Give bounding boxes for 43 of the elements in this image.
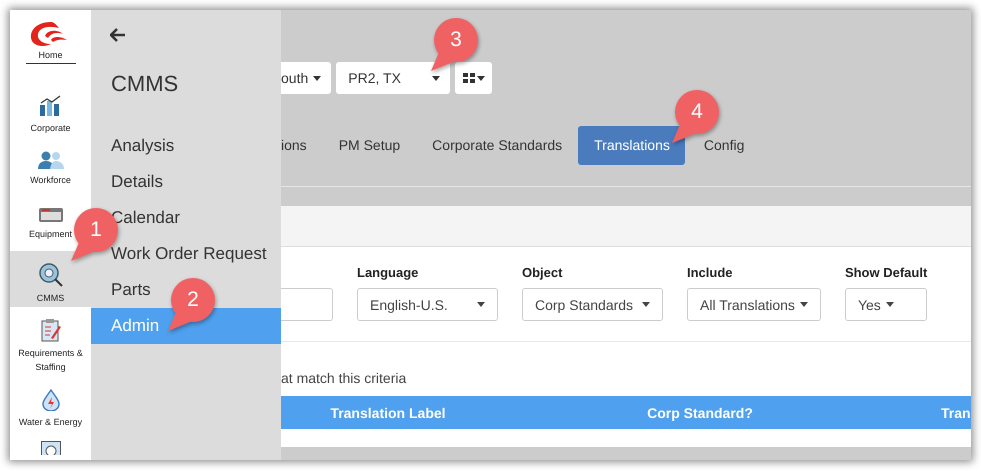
tab[interactable]: Corporate Standards xyxy=(416,126,578,165)
step-callout-tooltip: 3 xyxy=(428,16,478,72)
column-header: Corp Standard? xyxy=(646,404,754,420)
step-callout-tooltip: 2 xyxy=(165,276,215,332)
filter-label: Object xyxy=(522,265,564,280)
caret-icon xyxy=(886,302,894,307)
caret-icon xyxy=(477,302,485,307)
drop-icon xyxy=(42,389,60,411)
filter-dropdown[interactable]: English-U.S. xyxy=(357,288,498,321)
site-dropdown[interactable]: PR2, TX xyxy=(336,62,450,94)
bar-chart-icon xyxy=(38,95,62,117)
column-header: Translation Label xyxy=(329,404,447,420)
nav-item[interactable]: CMMS xyxy=(10,251,91,307)
tab[interactable]: ions xyxy=(281,126,322,165)
filter-dropdown[interactable]: Yes xyxy=(844,288,928,321)
menu-item[interactable]: Analysis xyxy=(111,128,174,164)
gauge-icon xyxy=(40,441,60,455)
menu-item[interactable]: Parts xyxy=(111,272,151,308)
home-link[interactable]: Home xyxy=(26,48,76,64)
menu-item[interactable]: Work Order Request xyxy=(111,236,267,272)
machine-icon xyxy=(38,207,64,223)
filter-dropdown[interactable]: Corp Standards xyxy=(522,288,663,321)
people-icon xyxy=(36,151,64,169)
filter-label: Show Default xyxy=(844,265,928,280)
caret-icon xyxy=(642,302,650,307)
grid-icon xyxy=(462,73,475,83)
tab[interactable]: Translations xyxy=(578,126,685,165)
caret-icon xyxy=(432,76,440,80)
back-arrow-icon xyxy=(110,27,126,43)
view-dropdown[interactable] xyxy=(455,62,492,94)
menu-item[interactable]: Details xyxy=(111,164,163,200)
filter-dropdown[interactable]: All Translations xyxy=(687,288,821,321)
tab[interactable]: PM Setup xyxy=(322,126,416,165)
caret-icon xyxy=(313,76,322,80)
filter-label: Include xyxy=(687,265,734,280)
results-text: at match this criteria xyxy=(281,370,408,387)
menu-title: CMMS xyxy=(111,70,180,98)
caret-icon xyxy=(476,76,485,80)
column-header: Tran xyxy=(940,404,971,420)
caret-icon xyxy=(800,302,808,307)
clipboard-icon xyxy=(40,318,60,342)
site-dropdown[interactable]: outh xyxy=(281,62,332,94)
filter-label: Language xyxy=(357,265,420,280)
